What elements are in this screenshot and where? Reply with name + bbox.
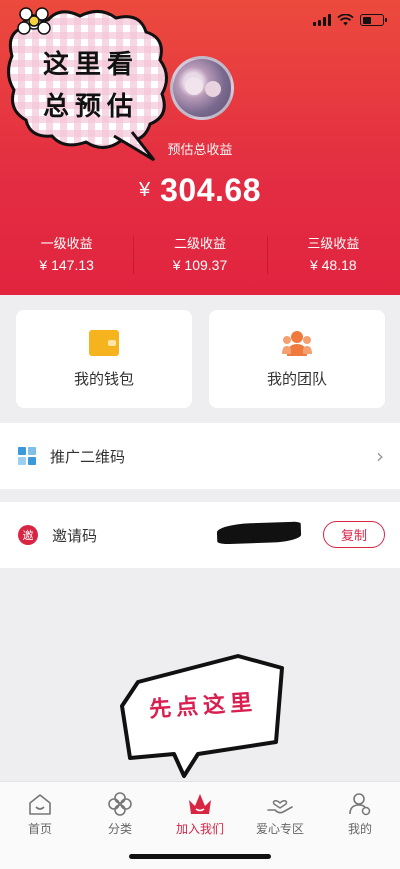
tab-label: 首页 (27, 822, 52, 836)
level-title: 二级收益 (173, 237, 226, 252)
tab-label: 爱心专区 (255, 822, 304, 836)
total-value: 304.68 (160, 172, 261, 208)
tab-label: 分类 (107, 822, 132, 836)
wallet-label: 我的钱包 (73, 369, 134, 388)
sticker-text-line1: 这里看 (42, 50, 139, 80)
heart-hand-icon (267, 792, 293, 816)
signal-icon (313, 14, 331, 26)
qr-code-icon (18, 447, 36, 465)
status-bar (313, 14, 387, 26)
shortcut-cards: 我的钱包 我的团队 (16, 310, 385, 408)
copy-button[interactable]: 复制 (323, 521, 385, 548)
currency-symbol: ¥ (139, 179, 151, 201)
tab-label: 我的 (347, 822, 372, 836)
promo-qr-label: 推广二维码 (50, 447, 126, 466)
level-value: ¥ 147.13 (39, 257, 94, 273)
tab-label: 加入我们 (175, 822, 224, 836)
team-card[interactable]: 我的团队 (209, 310, 385, 408)
wifi-icon (337, 14, 354, 26)
tab-mine[interactable]: 我的 (320, 782, 400, 869)
sticker-text-line2: 总预估 (42, 92, 139, 122)
annotation-sticker-bottom: 先点这里 (118, 650, 288, 780)
home-icon (27, 792, 53, 816)
team-label: 我的团队 (266, 369, 327, 388)
level-2-earnings[interactable]: 二级收益 ¥ 109.37 (133, 236, 266, 276)
crown-icon (187, 792, 213, 816)
wallet-icon (89, 329, 119, 356)
home-indicator (129, 854, 271, 859)
earnings-header: 预估总收益 ¥304.68 一级收益 ¥ 147.13 二级收益 ¥ 109.3… (0, 0, 400, 295)
level-value: ¥ 109.37 (172, 257, 228, 273)
level-3-earnings[interactable]: 三级收益 ¥ 48.18 (266, 236, 400, 276)
invite-icon: 邀 (18, 525, 38, 545)
level-title: 三级收益 (307, 237, 360, 252)
battery-icon (360, 14, 387, 26)
annotation-sticker-top: 这里看 总预估 (4, 4, 174, 164)
tab-home[interactable]: 首页 (0, 782, 80, 869)
level-title: 一级收益 (40, 237, 93, 252)
level-earnings: 一级收益 ¥ 147.13 二级收益 ¥ 109.37 三级收益 ¥ 48.18 (0, 236, 400, 276)
total-earnings: ¥304.68 (0, 172, 400, 209)
user-icon (347, 792, 373, 816)
avatar[interactable] (170, 56, 234, 120)
speech-bubble-shape (7, 7, 168, 162)
level-1-earnings[interactable]: 一级收益 ¥ 147.13 (0, 236, 133, 276)
level-value: ¥ 48.18 (309, 257, 357, 273)
category-icon (107, 792, 133, 816)
wallet-card[interactable]: 我的钱包 (16, 310, 192, 408)
chevron-right-icon: › (376, 444, 384, 468)
promo-qr-row[interactable]: 推广二维码 › (0, 423, 400, 489)
team-icon (282, 330, 312, 356)
